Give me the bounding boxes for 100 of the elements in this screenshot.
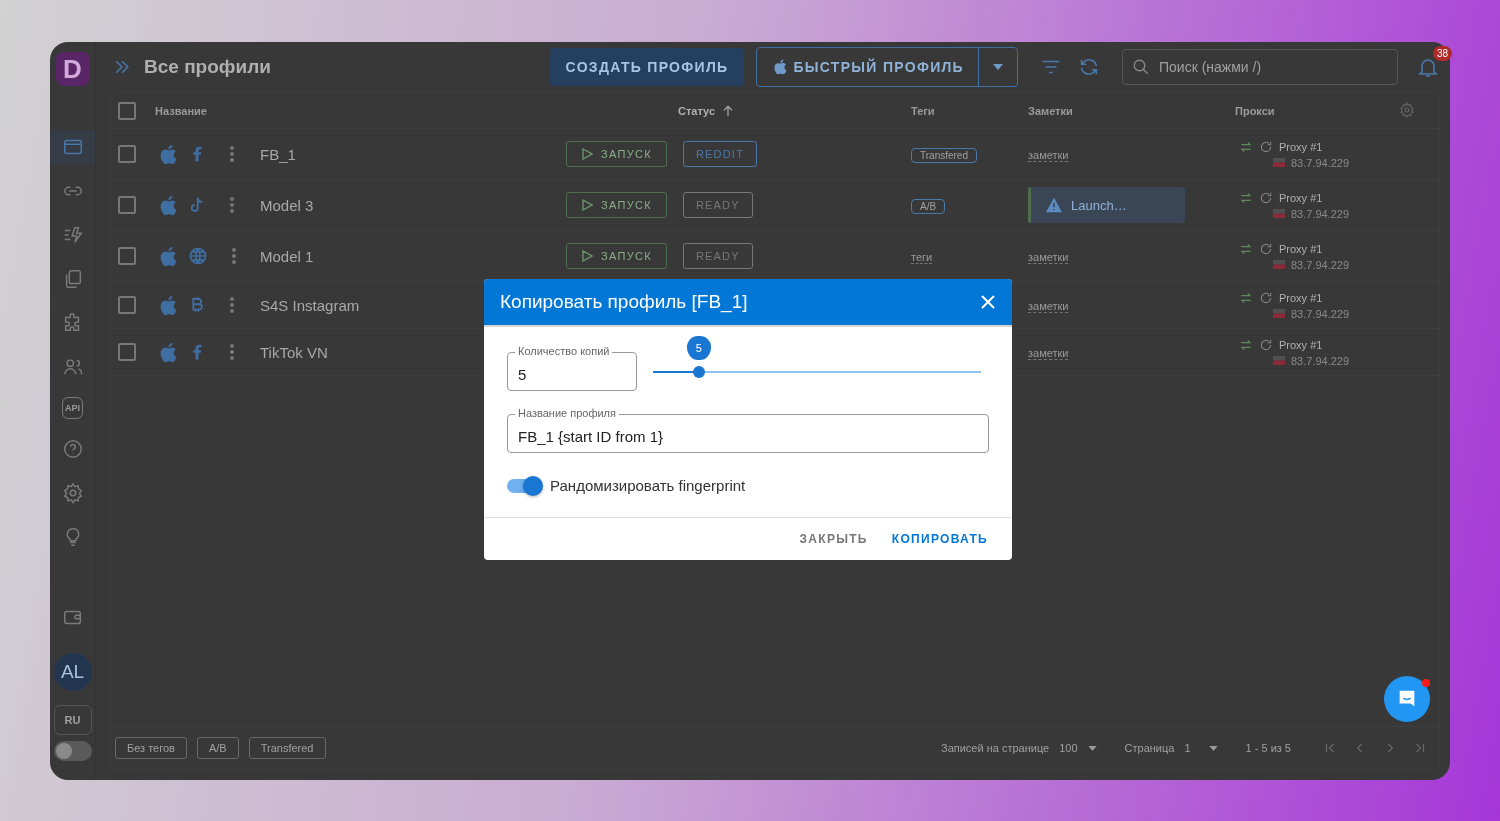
- refresh-icon[interactable]: [1259, 290, 1273, 305]
- proxy-ip: 83.7.94.229: [1291, 258, 1350, 271]
- more-icon[interactable]: [229, 296, 235, 314]
- switch-label: Рандомизировать fingerprint: [550, 477, 746, 494]
- page-range: 1 - 5 из 5: [1245, 742, 1291, 754]
- copies-slider[interactable]: 5: [653, 333, 981, 391]
- swap-icon[interactable]: [1239, 337, 1253, 352]
- column-header[interactable]: Заметки: [1028, 104, 1073, 117]
- caret-icon: [993, 64, 1003, 70]
- refresh-icon[interactable]: [1259, 190, 1273, 205]
- proxy-ip: 83.7.94.229: [1291, 207, 1350, 220]
- notes-link[interactable]: заметки: [1028, 149, 1069, 162]
- user-avatar[interactable]: AL: [53, 653, 92, 691]
- search-field[interactable]: Поиск (нажми /): [1122, 49, 1398, 85]
- tag-chip[interactable]: A/B: [911, 199, 946, 214]
- tag-filter-chip[interactable]: A/B: [196, 737, 239, 759]
- row-checkbox[interactable]: [118, 296, 136, 314]
- rows-per-page-select[interactable]: 100: [1059, 742, 1097, 754]
- last-page-icon[interactable]: [1413, 741, 1427, 755]
- refresh-icon[interactable]: [1259, 241, 1273, 256]
- help-icon: [61, 438, 84, 460]
- field-label: Название профиля: [515, 407, 619, 419]
- tag-filter-chip[interactable]: Transfered: [248, 737, 326, 759]
- unread-dot: [1422, 679, 1430, 687]
- profile-name: TikTok VN: [260, 343, 328, 361]
- settings-icon[interactable]: [1399, 102, 1415, 118]
- row-checkbox[interactable]: [118, 145, 136, 163]
- launch-button[interactable]: ЗАПУСК: [566, 243, 667, 269]
- status-badge[interactable]: READY: [682, 243, 753, 269]
- search-icon: [1132, 58, 1150, 76]
- notes-link[interactable]: заметки: [1028, 251, 1069, 264]
- play-icon: [581, 148, 593, 160]
- flag-icon: [1273, 356, 1285, 365]
- status-badge[interactable]: READY: [682, 192, 753, 218]
- column-header[interactable]: Название: [155, 104, 207, 117]
- profile-name: S4S Instagram: [260, 296, 360, 314]
- proxy-name: Proxy #1: [1279, 291, 1323, 304]
- column-header[interactable]: Статус: [678, 104, 716, 117]
- profile-name: FB_1: [260, 145, 296, 163]
- settings-icon: [61, 482, 84, 504]
- launch-button[interactable]: ЗАПУСК: [566, 192, 667, 218]
- theme-toggle[interactable]: [53, 741, 92, 761]
- swap-icon[interactable]: [1239, 139, 1253, 154]
- refresh-icon[interactable]: [1259, 139, 1273, 154]
- warning-note[interactable]: Launch…: [1028, 187, 1185, 223]
- tag-chip[interactable]: Transfered: [911, 148, 977, 163]
- swap-icon[interactable]: [1239, 190, 1253, 205]
- page-title: Все профили: [144, 56, 271, 78]
- proxy-name: Proxy #1: [1279, 191, 1323, 204]
- swap-icon[interactable]: [1239, 290, 1253, 305]
- notes-link[interactable]: заметки: [1028, 347, 1069, 360]
- notification-count: 38: [1432, 46, 1452, 61]
- flag-icon: [1273, 260, 1285, 269]
- tags-link[interactable]: теги: [911, 251, 933, 264]
- rows-per-page-label: Записей на странице: [941, 742, 1050, 754]
- flag-icon: [1273, 209, 1285, 218]
- tag-filter-chip[interactable]: Без тегов: [115, 737, 187, 759]
- notes-link[interactable]: заметки: [1028, 300, 1069, 313]
- status-badge[interactable]: REDDIT: [682, 141, 758, 167]
- create-profile-button[interactable]: СОЗДАТЬ ПРОФИЛЬ: [549, 48, 745, 86]
- swap-icon[interactable]: [1239, 241, 1253, 256]
- page-label: Страница: [1124, 742, 1175, 754]
- chat-button[interactable]: [1384, 676, 1430, 722]
- apple-icon: [159, 143, 177, 165]
- proxy-name: Proxy #1: [1279, 338, 1323, 351]
- more-icon[interactable]: [229, 145, 235, 163]
- apple-icon: [159, 294, 177, 316]
- row-checkbox[interactable]: [118, 343, 136, 361]
- page-select[interactable]: 1: [1184, 742, 1218, 754]
- app-logo[interactable]: D: [55, 52, 90, 86]
- profile-name: Model 3: [260, 196, 314, 214]
- copy-button[interactable]: КОПИРОВАТЬ: [883, 526, 996, 552]
- dialog-title: Копировать профиль [FB_1]: [500, 291, 748, 313]
- caret-icon: [1208, 745, 1218, 751]
- proxy-ip: 83.7.94.229: [1291, 307, 1350, 320]
- proxy-name: Proxy #1: [1279, 242, 1323, 255]
- more-icon[interactable]: [229, 196, 235, 214]
- randomize-switch[interactable]: [507, 478, 541, 493]
- close-button[interactable]: ЗАКРЫТЬ: [791, 526, 876, 552]
- close-icon[interactable]: [980, 294, 996, 310]
- more-icon[interactable]: [231, 247, 237, 265]
- flag-icon: [1273, 309, 1285, 318]
- api-nav-item[interactable]: API: [62, 397, 83, 419]
- proxy-name: Proxy #1: [1279, 140, 1323, 153]
- select-all-checkbox[interactable]: [118, 101, 136, 120]
- field-label: Количество копий: [515, 345, 613, 357]
- refresh-icon[interactable]: [1259, 337, 1273, 352]
- row-checkbox[interactable]: [118, 247, 136, 265]
- play-icon: [581, 250, 593, 262]
- refresh-icon[interactable]: [1078, 56, 1100, 78]
- language-button[interactable]: RU: [53, 705, 92, 735]
- more-icon[interactable]: [229, 343, 235, 361]
- first-page-icon[interactable]: [1323, 741, 1337, 755]
- proxy-ip: 83.7.94.229: [1291, 354, 1350, 367]
- column-header[interactable]: Теги: [911, 104, 935, 117]
- column-header[interactable]: Прокси: [1235, 104, 1275, 117]
- play-icon: [581, 199, 593, 211]
- launch-button[interactable]: ЗАПУСК: [566, 141, 667, 167]
- row-checkbox[interactable]: [118, 196, 136, 214]
- browser-nav-item[interactable]: [50, 130, 95, 164]
